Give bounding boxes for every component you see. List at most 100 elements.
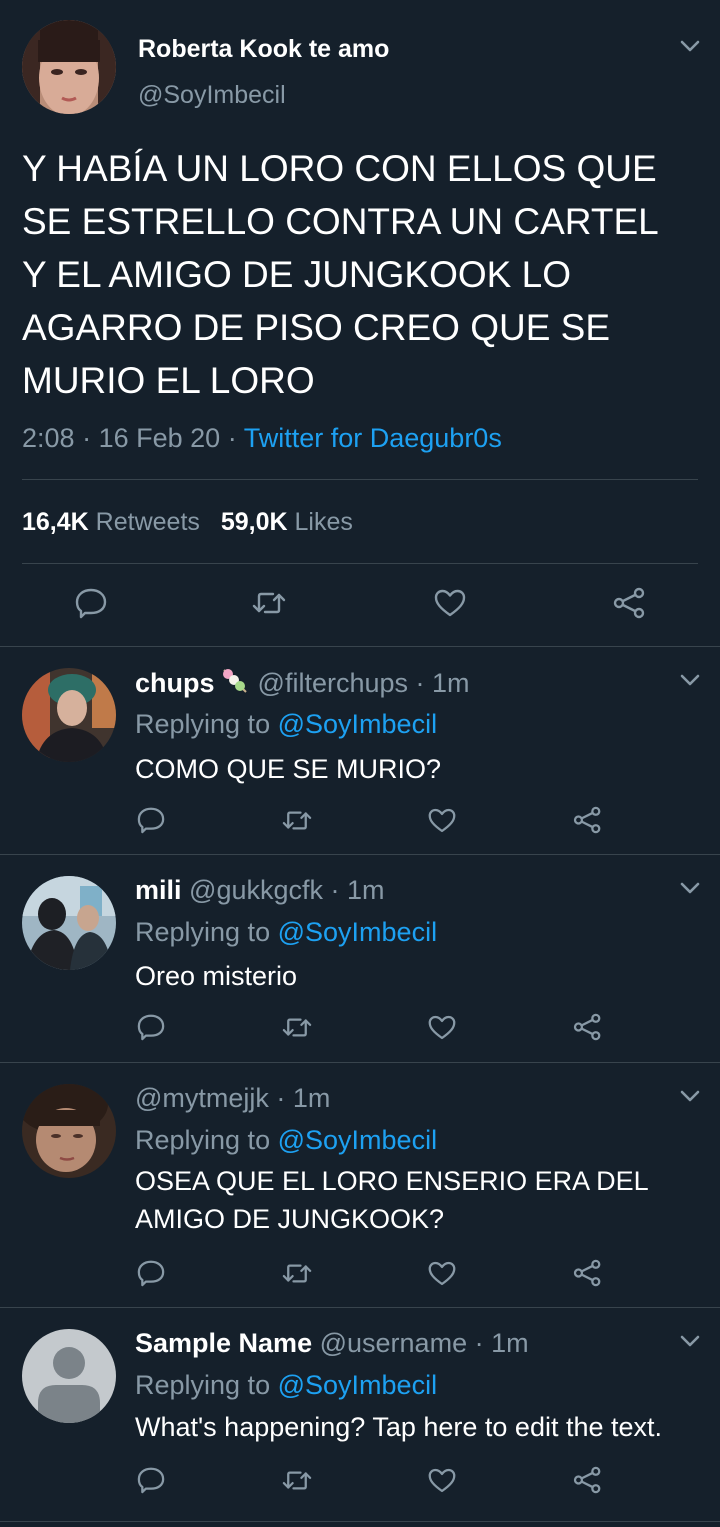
divider: [0, 1521, 720, 1522]
avatar-image: [22, 20, 116, 114]
reply-text-line: What's happening? Tap here to edit the t…: [135, 1412, 663, 1442]
meta-separator: ·: [227, 423, 237, 453]
chevron-down-icon[interactable]: [680, 40, 702, 54]
share-button[interactable]: [571, 1010, 605, 1044]
likes-stat[interactable]: 59,0K Likes: [221, 508, 353, 536]
avatar[interactable]: [22, 1084, 116, 1178]
reply-header: chups @filterchups · 1m: [135, 666, 470, 699]
reply-button[interactable]: [134, 1256, 168, 1290]
chevron-down-icon[interactable]: [680, 882, 702, 896]
heart-icon: [428, 1015, 456, 1039]
retweet-button[interactable]: [280, 1010, 314, 1044]
avatar[interactable]: [22, 668, 116, 762]
heart-icon: [434, 589, 466, 617]
like-button[interactable]: [425, 1010, 459, 1044]
share-button[interactable]: [571, 1256, 605, 1290]
display-name[interactable]: Sample Name: [135, 1328, 312, 1358]
tweet-meta: 2:08 · 16 Feb 20 · Twitter for Daegubr0s: [22, 422, 502, 454]
retweets-stat[interactable]: 16,4K Retweets: [22, 508, 207, 536]
heart-icon: [428, 808, 456, 832]
reply-text: OSEA QUE EL LORO ENSERIO ERA DEL AMIGO D…: [135, 1162, 649, 1238]
reply-text[interactable]: What's happening? Tap here to edit the t…: [135, 1408, 662, 1446]
share-icon: [613, 587, 645, 619]
like-button[interactable]: [425, 803, 459, 837]
reply-button[interactable]: [134, 1463, 168, 1497]
retweets-label: Retweets: [95, 508, 200, 536]
divider: [0, 646, 720, 647]
timestamp: · 1m: [276, 1083, 331, 1113]
handle[interactable]: @SoyImbecil: [138, 80, 286, 110]
meta-separator: ·: [82, 423, 92, 453]
avatar[interactable]: [22, 20, 116, 114]
timestamp: · 1m: [330, 875, 385, 905]
reply-icon: [137, 1260, 165, 1287]
reply-icon: [75, 588, 107, 619]
display-name[interactable]: Roberta Kook te amo: [138, 34, 389, 64]
share-icon: [573, 1259, 601, 1287]
replying-label: Replying to: [135, 709, 271, 739]
retweet-icon: [282, 1470, 312, 1490]
like-button[interactable]: [433, 586, 467, 620]
mention-link[interactable]: @SoyImbecil: [278, 709, 437, 739]
reply-text-line: COMO QUE SE MURIO?: [135, 754, 442, 784]
retweet-button[interactable]: [280, 1463, 314, 1497]
tweet-text: Y HABÍA UN LORO CON ELLOS QUE SE ESTRELL…: [22, 142, 659, 407]
retweet-icon: [282, 810, 312, 830]
reply-button[interactable]: [134, 1010, 168, 1044]
tweet-date: 16 Feb 20: [98, 423, 221, 453]
divider: [22, 479, 698, 480]
divider: [0, 1307, 720, 1308]
replying-to: Replying to @SoyImbecil: [135, 708, 437, 740]
tweet-time: 2:08: [22, 423, 75, 453]
avatar-image: [22, 1084, 116, 1178]
likes-count: 59,0K: [220, 508, 288, 536]
retweet-icon: [282, 1263, 312, 1283]
avatar[interactable]: [22, 1329, 116, 1423]
tweet-text-line: Y EL AMIGO DE JUNGKOOK LO: [22, 254, 571, 295]
tweet-source-link[interactable]: Twitter for Daegubr0s: [244, 423, 502, 453]
replying-label: Replying to: [135, 1370, 271, 1400]
chevron-down-icon[interactable]: [680, 1335, 702, 1349]
reply-button[interactable]: [134, 803, 168, 837]
share-icon: [573, 1013, 601, 1041]
display-name[interactable]: chups: [135, 668, 215, 698]
tweet-stats: 16,4K Retweets 59,0K Likes: [22, 507, 353, 537]
reply-text-line: OSEA QUE EL LORO ENSERIO ERA DEL: [135, 1166, 649, 1196]
mention-link[interactable]: @SoyImbecil: [278, 917, 437, 947]
reply-header: Sample Name @username · 1m: [135, 1327, 529, 1359]
retweet-button[interactable]: [252, 586, 286, 620]
share-button[interactable]: [571, 803, 605, 837]
reply-icon: [137, 1014, 165, 1041]
heart-icon: [428, 1468, 456, 1492]
retweet-button[interactable]: [280, 803, 314, 837]
handle[interactable]: @gukkgcfk: [189, 875, 323, 905]
heart-icon: [428, 1261, 456, 1285]
reply-header: mili @gukkgcfk · 1m: [135, 874, 385, 906]
divider: [22, 563, 698, 564]
like-button[interactable]: [425, 1463, 459, 1497]
reply-button[interactable]: [74, 586, 108, 620]
reply-icon: [137, 807, 165, 834]
avatar-image: [22, 876, 116, 970]
retweet-icon: [282, 1017, 312, 1037]
likes-label: Likes: [294, 508, 353, 536]
handle[interactable]: @filterchups: [258, 668, 408, 698]
mention-link[interactable]: @SoyImbecil: [278, 1370, 437, 1400]
share-button[interactable]: [613, 586, 647, 620]
handle[interactable]: @mytmejjk: [135, 1083, 269, 1113]
handle[interactable]: @username: [320, 1328, 467, 1358]
timestamp: · 1m: [415, 668, 470, 698]
replying-label: Replying to: [135, 1125, 271, 1155]
share-icon: [573, 1466, 601, 1494]
retweet-button[interactable]: [280, 1256, 314, 1290]
divider: [0, 1062, 720, 1063]
avatar[interactable]: [22, 876, 116, 970]
chevron-down-icon[interactable]: [680, 1090, 702, 1104]
like-button[interactable]: [425, 1256, 459, 1290]
tweet-text-line: SE ESTRELLO CONTRA UN CARTEL: [22, 201, 659, 242]
mention-link[interactable]: @SoyImbecil: [278, 1125, 437, 1155]
display-name[interactable]: mili: [135, 875, 182, 905]
share-button[interactable]: [571, 1463, 605, 1497]
reply-header: @mytmejjk · 1m: [135, 1082, 330, 1114]
chevron-down-icon[interactable]: [680, 674, 702, 688]
